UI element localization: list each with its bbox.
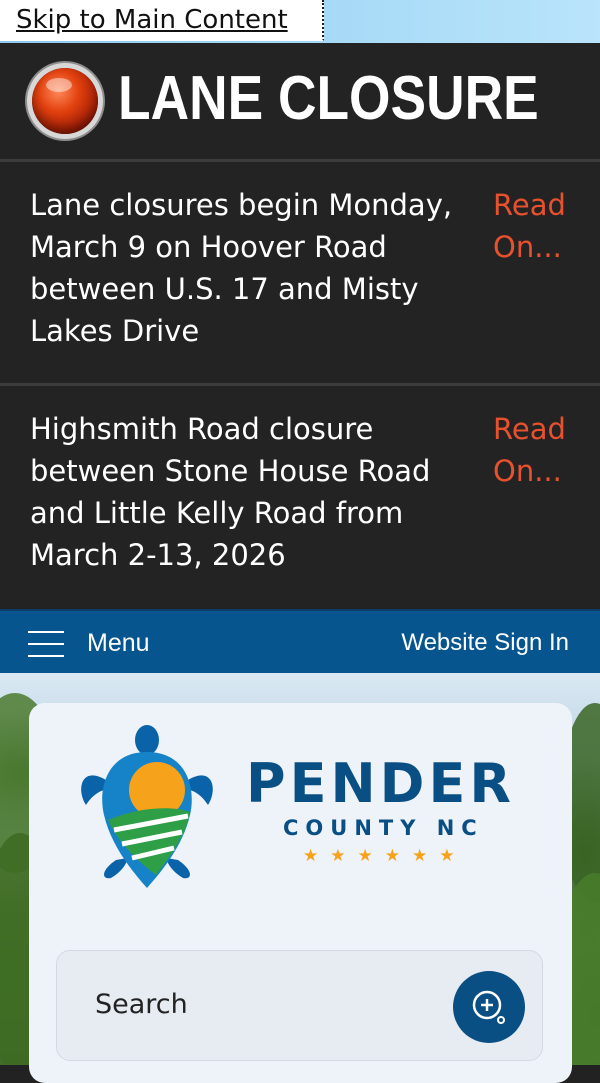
menu-button[interactable]: Menu (87, 629, 150, 658)
alert-item-text: Highsmith Road closure between Stone Hou… (30, 412, 431, 572)
skip-to-main-link[interactable]: Skip to Main Content (0, 0, 324, 41)
pender-turtle-logo-icon (81, 725, 213, 888)
read-on-link[interactable]: Read On... (493, 184, 593, 268)
alert-header: LANE CLOSURE (0, 43, 600, 162)
alert-beacon-icon (32, 68, 98, 134)
alert-item-2: Highsmith Road closure between Stone Hou… (0, 386, 600, 609)
alert-item-1: Lane closures begin Monday, March 9 on H… (0, 162, 600, 386)
alert-item-text: Lane closures begin Monday, March 9 on H… (30, 188, 453, 348)
logo-wordmark: PENDER (246, 752, 515, 815)
search-button[interactable] (453, 971, 525, 1043)
hamburger-menu-icon[interactable] (28, 631, 64, 657)
search-input[interactable] (95, 989, 415, 1020)
logo-stars: ★★★★★★ (303, 846, 467, 865)
website-sign-in-link[interactable]: Website Sign In (401, 629, 569, 657)
search-plus-icon (472, 990, 505, 1024)
nav-bar: Menu Website Sign In (0, 609, 600, 675)
alert-title: LANE CLOSURE (118, 64, 539, 133)
read-on-link[interactable]: Read On... (493, 408, 593, 492)
logo-subtitle: COUNTY NC (283, 816, 484, 840)
search-box (56, 950, 543, 1061)
